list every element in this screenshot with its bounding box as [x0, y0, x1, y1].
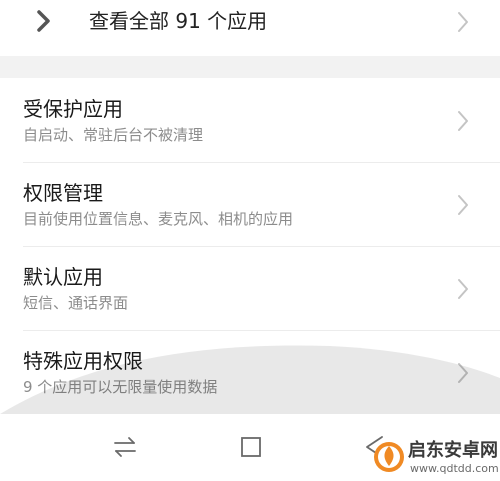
chevron-right-icon	[458, 279, 468, 299]
row-title: 受保护应用	[23, 97, 123, 121]
section-gap	[0, 56, 500, 78]
watermark-text: 启东安卓网	[408, 440, 498, 461]
settings-row-special-app-permissions[interactable]: 特殊应用权限 9 个应用可以无限量使用数据	[0, 331, 500, 415]
switch-arrows-icon[interactable]	[112, 434, 138, 460]
row-title: 默认应用	[23, 265, 103, 289]
flame-logo-icon	[374, 442, 404, 472]
chevron-right-bold-icon	[37, 10, 50, 32]
site-watermark: 启东安卓网 www.qdtdd.com	[372, 436, 500, 481]
row-title: 特殊应用权限	[23, 349, 143, 373]
settings-row-protected-apps[interactable]: 受保护应用 自启动、常驻后台不被清理	[0, 79, 500, 163]
watermark-url: www.qdtdd.com	[410, 462, 499, 475]
row-subtitle: 自启动、常驻后台不被清理	[23, 126, 204, 144]
chevron-right-icon	[458, 363, 468, 383]
view-all-apps-row[interactable]: 查看全部 91 个应用	[0, 0, 500, 44]
chevron-right-icon	[458, 12, 468, 32]
row-subtitle: 短信、通话界面	[23, 294, 129, 312]
settings-row-default-apps[interactable]: 默认应用 短信、通话界面	[0, 247, 500, 331]
row-subtitle: 9 个应用可以无限量使用数据	[23, 378, 218, 396]
row-subtitle: 目前使用位置信息、麦克风、相机的应用	[23, 210, 294, 228]
chevron-right-icon	[458, 111, 468, 131]
row-title: 权限管理	[23, 181, 103, 205]
chevron-right-icon	[458, 195, 468, 215]
square-home-icon[interactable]	[238, 434, 264, 460]
view-all-apps-label: 查看全部 91 个应用	[89, 9, 268, 33]
settings-row-permission-management[interactable]: 权限管理 目前使用位置信息、麦克风、相机的应用	[0, 163, 500, 247]
